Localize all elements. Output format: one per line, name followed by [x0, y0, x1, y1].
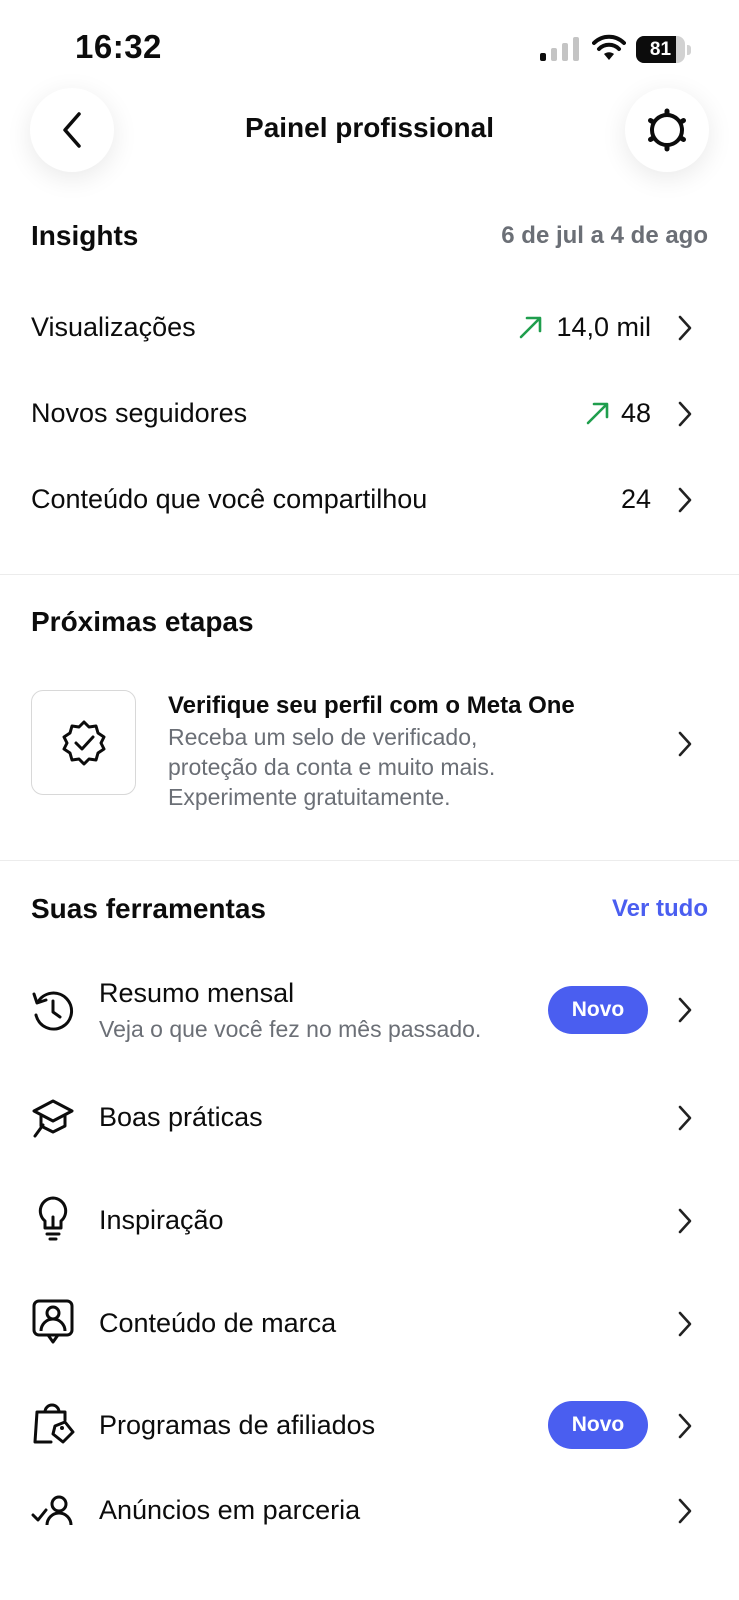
tool-label: Boas práticas [99, 1102, 263, 1132]
chevron-right-icon [678, 1413, 692, 1439]
chevron-right-icon [678, 1498, 692, 1524]
wifi-icon [592, 34, 626, 60]
verify-desc-line: Experimente gratuitamente. [168, 784, 451, 810]
verify-profile-card[interactable]: Verifique seu perfil com o Meta One Rece… [0, 680, 739, 810]
trend-up-icon [519, 316, 542, 339]
insights-title: Insights [31, 220, 139, 251]
new-badge: Novo [548, 1401, 648, 1449]
chevron-right-icon [678, 315, 692, 341]
chevron-right-icon [678, 1208, 692, 1234]
tool-affiliate-programs[interactable]: Programas de afiliados Novo [0, 1380, 739, 1470]
chevron-right-icon [678, 997, 692, 1023]
tool-best-practices[interactable]: Boas práticas [0, 1072, 739, 1162]
insight-row-shared-content[interactable]: Conteúdo que você compartilhou 24 [0, 464, 739, 536]
tool-label: Inspiração [99, 1205, 224, 1235]
status-time: 16:32 [75, 28, 162, 65]
chevron-right-icon [678, 1311, 692, 1337]
shopping-bag-tag-icon [33, 1403, 75, 1444]
tool-partner-ads[interactable]: Anúncios em parceria [0, 1483, 739, 1573]
divider [0, 574, 739, 575]
gear-icon [648, 108, 686, 152]
verify-desc-line: Receba um selo de verificado, [168, 724, 478, 750]
battery-level: 81 [649, 39, 672, 60]
tool-inspiration[interactable]: Inspiração [0, 1175, 739, 1265]
see-all-link[interactable]: Ver tudo [612, 895, 708, 923]
verify-desc-line: proteção da conta e muito mais. [168, 754, 496, 780]
chevron-right-icon [678, 487, 692, 513]
insight-label: Visualizações [31, 312, 196, 342]
insight-label: Conteúdo que você compartilhou [31, 484, 428, 514]
insight-value: 24 [620, 484, 651, 514]
insight-value: 48 [620, 398, 651, 428]
verify-description: Receba um selo de verificado, proteção d… [168, 722, 648, 812]
tool-label: Anúncios em parceria [99, 1495, 361, 1525]
verify-icon-box [31, 690, 136, 795]
insight-label: Novos seguidores [31, 398, 248, 428]
tool-subtitle: Veja o que você fez no mês passado. [99, 1016, 482, 1042]
trend-up-icon [586, 402, 609, 425]
chevron-right-icon [678, 731, 692, 757]
tool-branded-content[interactable]: Conteúdo de marca [0, 1278, 739, 1368]
chevron-right-icon [678, 1105, 692, 1131]
cellular-signal-icon [540, 37, 579, 61]
chevron-right-icon [678, 401, 692, 427]
lightbulb-icon [38, 1196, 68, 1241]
tool-label: Resumo mensal [99, 978, 295, 1008]
new-badge: Novo [548, 986, 648, 1034]
insight-row-views[interactable]: Visualizações 14,0 mil [0, 292, 739, 364]
tools-title: Suas ferramentas [31, 893, 267, 924]
divider [0, 860, 739, 861]
partner-ads-icon [31, 1495, 73, 1526]
verify-title: Verifique seu perfil com o Meta One [168, 692, 575, 719]
date-range: 6 de jul a 4 de ago [501, 222, 708, 249]
status-bar: 16:32 81 [0, 0, 739, 92]
graduation-cap-icon [32, 1099, 74, 1138]
next-steps-title: Próximas etapas [31, 606, 254, 637]
tool-label: Conteúdo de marca [99, 1308, 337, 1338]
tool-label: Programas de afiliados [99, 1410, 376, 1440]
battery-icon: 81 [636, 36, 692, 63]
history-icon [32, 991, 74, 1031]
settings-button[interactable] [625, 88, 709, 172]
insight-value: 14,0 mil [556, 312, 651, 342]
branded-content-icon [32, 1299, 74, 1344]
tool-monthly-summary[interactable]: Resumo mensal Veja o que você fez no mês… [0, 964, 739, 1068]
insight-row-new-followers[interactable]: Novos seguidores 48 [0, 378, 739, 450]
verified-badge-icon [62, 720, 105, 765]
